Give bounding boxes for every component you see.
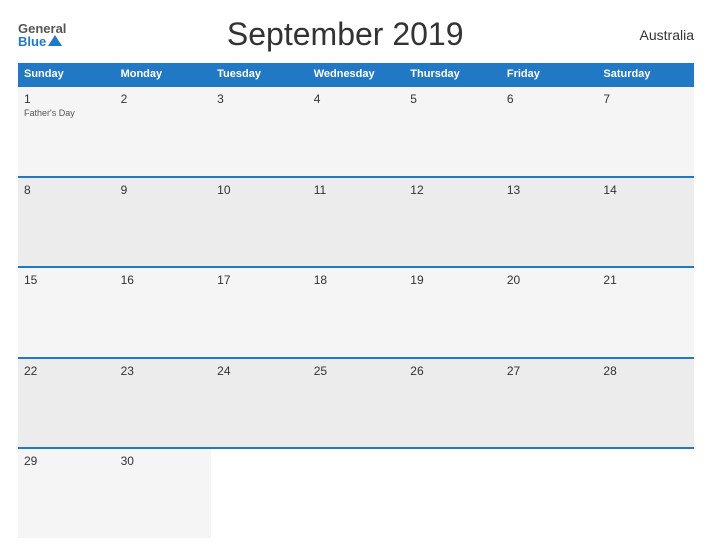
day-16: 16 [115, 268, 212, 357]
logo-general-text: General [18, 22, 66, 35]
day-7: 7 [597, 87, 694, 176]
day-27: 27 [501, 359, 598, 448]
header-wednesday: Wednesday [308, 63, 405, 85]
header-sunday: Sunday [18, 63, 115, 85]
page-title: September 2019 [66, 16, 624, 53]
calendar-week-1: 1Father's Day 2 3 4 5 6 7 [18, 85, 694, 176]
calendar-body: 1Father's Day 2 3 4 5 6 7 8 9 10 11 12 1… [18, 85, 694, 538]
day-26: 26 [404, 359, 501, 448]
day-11: 11 [308, 178, 405, 267]
day-19: 19 [404, 268, 501, 357]
header: General Blue September 2019 Australia [18, 16, 694, 53]
logo-triangle-icon [48, 35, 62, 46]
header-saturday: Saturday [597, 63, 694, 85]
calendar-week-5: 29 30 [18, 447, 694, 538]
country-label: Australia [624, 27, 694, 43]
day-20: 20 [501, 268, 598, 357]
header-monday: Monday [115, 63, 212, 85]
day-28: 28 [597, 359, 694, 448]
day-18: 18 [308, 268, 405, 357]
day-13: 13 [501, 178, 598, 267]
day-5: 5 [404, 87, 501, 176]
calendar-header: Sunday Monday Tuesday Wednesday Thursday… [18, 63, 694, 85]
day-14: 14 [597, 178, 694, 267]
logo-blue-text: Blue [18, 35, 62, 48]
day-22: 22 [18, 359, 115, 448]
day-8: 8 [18, 178, 115, 267]
day-25: 25 [308, 359, 405, 448]
day-17: 17 [211, 268, 308, 357]
day-29: 29 [18, 449, 115, 538]
header-friday: Friday [501, 63, 598, 85]
day-30: 30 [115, 449, 212, 538]
day-1: 1Father's Day [18, 87, 115, 176]
calendar-week-4: 22 23 24 25 26 27 28 [18, 357, 694, 448]
day-empty-2 [308, 449, 405, 538]
day-3: 3 [211, 87, 308, 176]
day-12: 12 [404, 178, 501, 267]
day-6: 6 [501, 87, 598, 176]
calendar-page: General Blue September 2019 Australia Su… [0, 0, 712, 550]
calendar-week-3: 15 16 17 18 19 20 21 [18, 266, 694, 357]
day-15: 15 [18, 268, 115, 357]
day-2: 2 [115, 87, 212, 176]
logo: General Blue [18, 22, 66, 48]
day-24: 24 [211, 359, 308, 448]
day-empty-4 [501, 449, 598, 538]
day-9: 9 [115, 178, 212, 267]
calendar-week-2: 8 9 10 11 12 13 14 [18, 176, 694, 267]
header-thursday: Thursday [404, 63, 501, 85]
header-tuesday: Tuesday [211, 63, 308, 85]
day-21: 21 [597, 268, 694, 357]
day-empty-5 [597, 449, 694, 538]
day-23: 23 [115, 359, 212, 448]
day-empty-3 [404, 449, 501, 538]
day-empty-1 [211, 449, 308, 538]
day-4: 4 [308, 87, 405, 176]
calendar: Sunday Monday Tuesday Wednesday Thursday… [18, 63, 694, 538]
day-10: 10 [211, 178, 308, 267]
